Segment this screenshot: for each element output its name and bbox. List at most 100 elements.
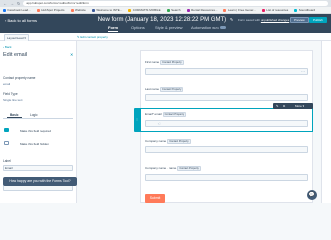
more-menu[interactable]: More ▾	[295, 104, 304, 108]
last-name-label: Last name Contact Property	[145, 87, 184, 92]
favicon-icon	[261, 8, 265, 12]
tab-options[interactable]: Options	[131, 25, 145, 30]
automation-toggle[interactable]	[219, 26, 226, 30]
tab-automation[interactable]: Automation BETA	[191, 25, 226, 30]
publish-button[interactable]: Publish	[309, 17, 327, 23]
panel-title: Edit email	[3, 52, 28, 58]
tab-automation-label: Automation	[191, 25, 212, 30]
first-name-label: First name Contact Property	[145, 60, 184, 65]
company-name-2-input[interactable]	[145, 174, 308, 181]
pencil-icon[interactable]: ✎	[230, 17, 233, 22]
contact-property-tag: Contact Property	[160, 87, 184, 92]
bookmark-label: Website	[75, 8, 86, 12]
favicon-icon	[91, 8, 95, 12]
autosave-text: Form saved with	[238, 18, 261, 22]
label-input[interactable]: Email	[3, 165, 73, 171]
tab-style-preview[interactable]: Style & preview	[155, 25, 183, 30]
bookmark-label: Rental Resources...	[191, 8, 218, 12]
hidden-label: Make this field hidden	[20, 142, 50, 146]
form-editor-header: ‹ Back to all forms New form (January 18…	[0, 14, 331, 33]
bookmark-item[interactable]: Welcome to INTE...	[91, 8, 123, 12]
reload-icon[interactable]: ↻	[17, 1, 20, 6]
contact-property-tag: Contact Property	[162, 112, 187, 117]
label-field-label: Label	[3, 159, 11, 163]
favicon-icon	[36, 8, 40, 12]
beta-badge: BETA	[212, 27, 219, 30]
bookmark-label: Soundboard	[298, 8, 316, 12]
hidden-checkbox[interactable]	[4, 141, 9, 145]
right-sidebar	[321, 41, 331, 203]
close-icon[interactable]: ✕	[70, 52, 73, 57]
favicon-icon	[223, 8, 227, 12]
last-name-text: Last name	[145, 87, 160, 91]
subtab-logic[interactable]: Logic	[27, 113, 41, 117]
bookmark-item[interactable]: Facebook Lead...	[3, 8, 31, 12]
first-name-input[interactable]: ⋯	[145, 68, 308, 75]
last-name-input[interactable]	[145, 94, 308, 101]
edit-contact-property-label: Edit contact property	[80, 35, 108, 39]
contact-property-value: email	[3, 82, 11, 86]
company-name-2-label: Company name · name Contact Property	[145, 166, 201, 171]
editor-tabs: Form Options Style & preview Automation …	[0, 24, 331, 33]
company-name-input[interactable]	[145, 146, 308, 153]
bookmark-item[interactable]: Rental Resources...	[186, 8, 218, 12]
first-name-text: First name	[145, 60, 160, 64]
subtab-basic[interactable]: Basic	[7, 113, 22, 118]
bookmark-item[interactable]: Learn | Free Gener...	[223, 8, 256, 12]
favicon-icon	[294, 8, 298, 12]
contact-property-tag: Contact Property	[167, 139, 191, 144]
panel-subtabs: Basic Logic	[3, 112, 73, 119]
field-type-label: Field Type	[3, 92, 18, 96]
options-icon[interactable]: ⋯	[301, 69, 305, 74]
bookmark-label: Learn | Free Gener...	[227, 8, 256, 12]
favicon-icon	[186, 8, 190, 12]
tab-form[interactable]: Form	[108, 25, 118, 32]
field-settings-panel: ‹ Back Edit email ✕ Contact property nam…	[0, 41, 77, 203]
bookmark-item[interactable]: HubSpot Projects	[36, 8, 65, 12]
autosave-status: Form saved with unpublished changes	[238, 18, 289, 22]
email-text: Email* email	[145, 112, 162, 116]
required-label: Make this field required	[20, 129, 52, 133]
forward-arrow-icon[interactable]: →	[10, 1, 14, 6]
copy-icon[interactable]: ⧉	[283, 104, 285, 108]
bookmark-item[interactable]: Search	[166, 8, 181, 12]
bookmark-item[interactable]: List of resources	[261, 8, 289, 12]
contact-property-tag: Contact Property	[177, 166, 201, 171]
cursor-icon: ☜	[157, 121, 161, 126]
contact-property-tag: Contact Property	[160, 60, 184, 65]
editor-subheader: Layout/Lead ▾ ✎ Edit contact property	[0, 33, 331, 42]
bookmark-label: List of resources	[266, 8, 289, 12]
back-arrow-icon[interactable]: ←	[3, 1, 7, 6]
favicon-icon	[128, 8, 132, 12]
bookmark-label: Facebook Lead...	[7, 8, 31, 12]
pencil-icon[interactable]: ✎	[276, 104, 279, 108]
email-input[interactable]	[145, 120, 308, 127]
company-name-label: Company name Contact Property	[145, 139, 191, 144]
favicon-icon	[166, 8, 170, 12]
favicon-icon	[3, 8, 6, 12]
required-checkbox[interactable]	[4, 128, 9, 132]
email-label: Email* email Contact Property	[145, 112, 187, 117]
contact-property-label: Contact property name	[3, 76, 36, 80]
bookmark-label: Search	[171, 8, 181, 12]
url-field[interactable]: app.hubspot.com/forms/ /editor/form/ /ed…	[23, 1, 328, 6]
feedback-button[interactable]: How happy are you with the Forms Tool?	[3, 177, 77, 186]
panel-back-link[interactable]: ‹ Back	[3, 45, 12, 49]
preview-button[interactable]: Preview	[290, 17, 309, 23]
bookmark-label: Welcome to INTE...	[96, 8, 123, 12]
unpublished-changes-link[interactable]: unpublished changes	[261, 18, 289, 22]
bookmark-item[interactable]: Soundboard	[294, 8, 315, 12]
field-type-value: Single line text	[3, 98, 23, 102]
favicon-icon	[70, 8, 74, 12]
submit-button[interactable]: Submit	[145, 194, 165, 203]
company-name-text: Company name	[145, 139, 167, 143]
bookmarks-bar: Facebook Lead... HubSpot Projects Website W…	[0, 7, 331, 14]
bookmark-item[interactable]: Website	[70, 8, 86, 12]
chat-icon[interactable]: 💬	[307, 190, 317, 200]
edit-contact-property-link[interactable]: ✎ Edit contact property	[77, 35, 108, 39]
field-toolbar: ✎ ⧉ More ▾	[273, 103, 313, 109]
browser-address-bar: ← → ↻ app.hubspot.com/forms/ /editor/for…	[0, 0, 331, 7]
grip-icon[interactable]: ⋮	[136, 117, 139, 121]
bookmark-label: CORMATIS MOBILE	[132, 8, 161, 12]
bookmark-item[interactable]: CORMATIS MOBILE	[128, 8, 161, 12]
